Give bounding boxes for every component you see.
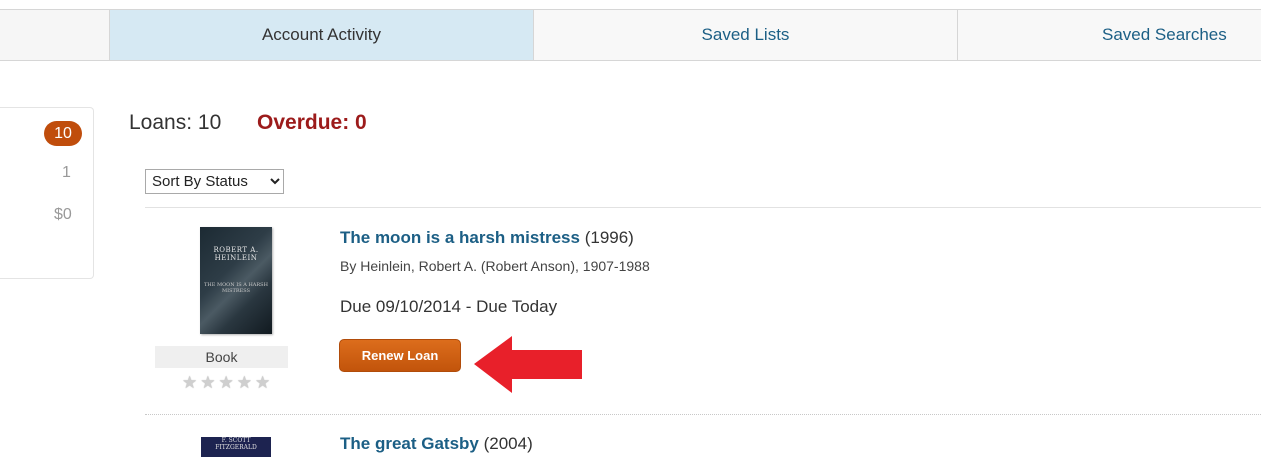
tab-account-activity[interactable]: Account Activity [109,9,534,61]
cover-author-text: F. SCOTT FITZGERALD [215,437,257,451]
star-icon[interactable]: ★ [182,373,197,393]
arrow-left-icon [474,336,582,393]
holds-count[interactable]: 1 [62,164,71,182]
item-title-line: The great Gatsby (2004) [340,434,533,454]
item-year: (1996) [584,228,634,247]
format-label: Book [155,346,288,368]
star-icon[interactable]: ★ [237,373,252,393]
sort-select[interactable]: Sort By Status [145,169,284,194]
tab-saved-searches[interactable]: Saved Searches [957,9,1261,61]
renew-loan-button[interactable]: Renew Loan [339,339,461,372]
divider [145,207,1261,208]
item-title-link[interactable]: The great Gatsby [340,434,479,453]
tab-account-activity-label: Account Activity [261,25,382,44]
rating-stars[interactable]: ★ ★ ★ ★ ★ [182,373,270,393]
item-due-date: Due 09/10/2014 - Due Today [340,297,558,316]
loans-count-heading: Loans: 10 [129,111,222,134]
cover-title-text: THE MOON IS A HARSH MISTRESS [204,282,268,294]
tab-saved-lists[interactable]: Saved Lists [533,9,958,61]
star-icon[interactable]: ★ [200,373,215,393]
tab-saved-searches-label: Saved Searches [1102,25,1227,44]
loans-count-badge[interactable]: 10 [44,121,82,146]
item-title-link[interactable]: The moon is a harsh mistress [340,228,580,247]
overdue-count: Overdue: 0 [257,111,367,134]
tab-saved-lists-label: Saved Lists [701,25,790,44]
account-tabs: Account Activity Saved Lists Saved Searc… [0,9,1261,63]
item-year: (2004) [483,434,533,453]
fines-amount[interactable]: $0 [54,206,72,224]
star-icon[interactable]: ★ [255,373,270,393]
cover-author-text: ROBERT A. HEINLEIN [213,246,259,262]
book-cover[interactable] [200,227,272,334]
divider [145,414,1261,415]
tab-blank [0,9,110,61]
item-title-line: The moon is a harsh mistress (1996) [340,228,634,248]
item-author: By Heinlein, Robert A. (Robert Anson), 1… [340,258,650,274]
star-icon[interactable]: ★ [219,373,234,393]
